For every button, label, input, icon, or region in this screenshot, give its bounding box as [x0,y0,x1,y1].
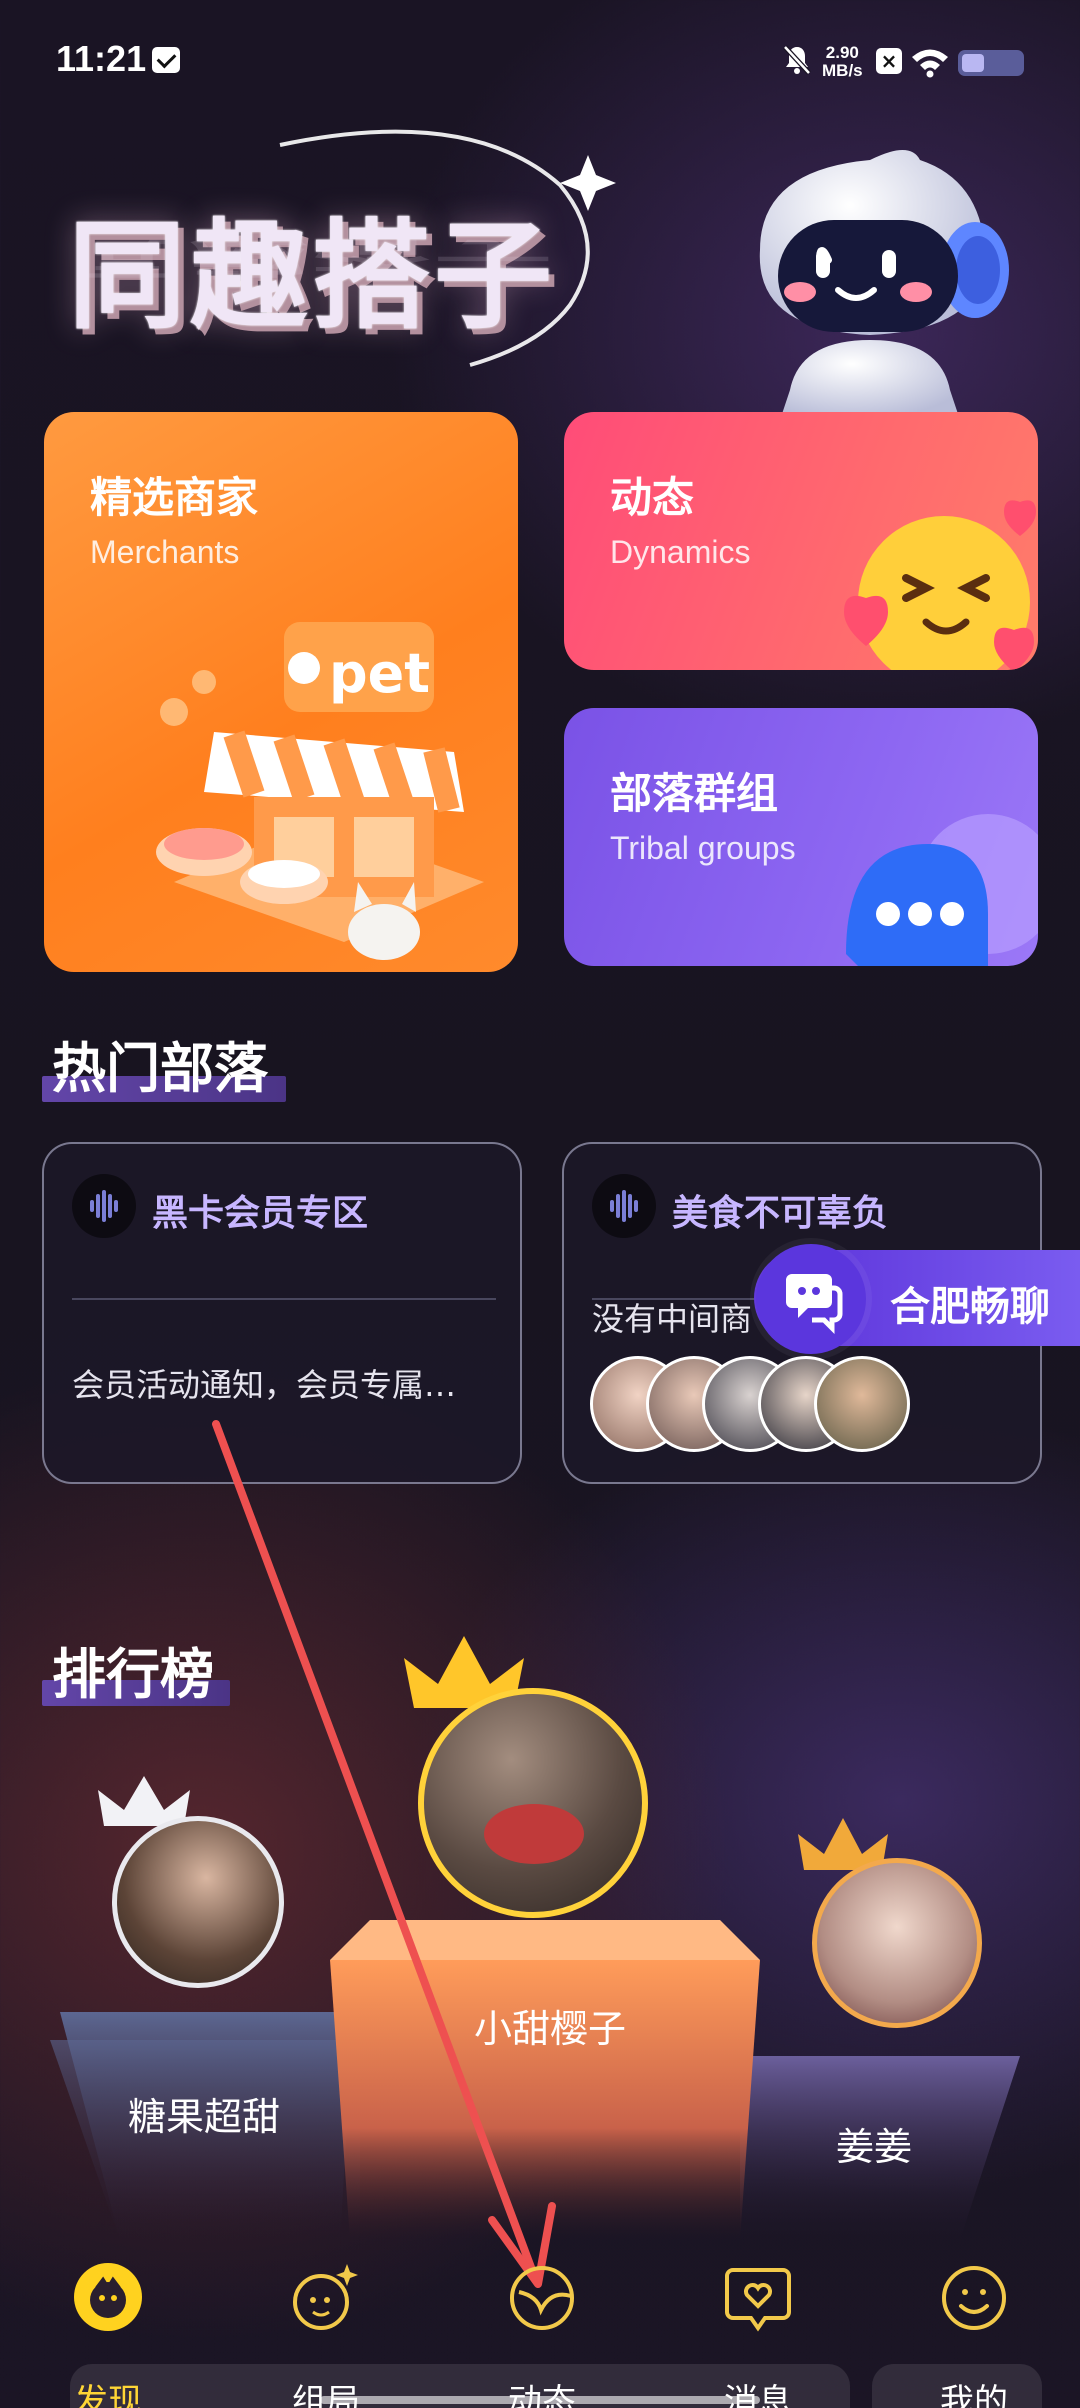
tribe-name: 黑卡会员专区 [152,1193,369,1234]
mute-bell-icon [783,45,811,75]
dynamics-subtitle: Dynamics [610,534,751,570]
merchants-card[interactable]: 精选商家 Merchants pet [44,412,518,972]
notification-icon [152,47,180,73]
party-icon [293,2264,358,2330]
third-place-avatar[interactable] [812,1858,982,2028]
tribe-name: 美食不可辜负 [672,1193,889,1234]
divider [72,1298,496,1300]
audio-wave-icon [72,1174,136,1238]
member-avatars [590,1356,930,1456]
tribal-groups-subtitle: Tribal groups [610,830,796,866]
status-time: 11:21 [56,38,147,79]
network-speed-value: 2.90 [825,43,859,62]
merchants-subtitle: Merchants [90,534,240,570]
dynamics-icon [510,2266,574,2330]
third-place-name[interactable]: 姜姜 [774,2116,974,2171]
status-bar: 11:21 2.90 MB/s × [0,0,1080,120]
home-indicator [320,2396,760,2404]
dynamics-card[interactable]: 动态 Dynamics [564,412,1038,670]
bottom-nav: 发现 组局 动态 消息 我的 [0,2240,1080,2408]
pet-sign-text: pet [329,642,430,705]
smile-emoji-icon [844,500,1036,670]
battery-icon [958,50,1024,76]
ranking-title: 排行榜 [52,1643,214,1706]
annotation-arrow [212,1420,556,2288]
city-chat-button[interactable]: 合肥畅聊 [754,1244,1080,1354]
pet-shop-illustration-icon: pet [156,622,484,960]
audio-wave-icon [592,1174,656,1238]
dynamics-title: 动态 [610,473,695,522]
search-button-peek [872,2364,1042,2408]
discover-icon [74,2263,142,2331]
tribe-description: 会员活动通知，会员专属… [72,1366,457,1404]
merchants-title: 精选商家 [90,473,259,522]
profile-icon [942,2266,1006,2330]
robot-mascot-icon [759,150,1009,420]
message-icon [725,2268,791,2332]
x-app-icon: × [876,48,902,74]
tribal-groups-title: 部落群组 [610,769,779,818]
chat-bubble-icon [846,814,1038,966]
wifi-icon [912,49,948,78]
hot-tribes-title: 热门部落 [52,1037,268,1100]
hero-title-reflection: 同趣搭子 [68,234,557,283]
city-chat-label: 合肥畅聊 [890,1284,1050,1330]
network-speed: 2.90 MB/s [822,44,863,80]
avatar [814,1356,910,1452]
tribal-groups-card[interactable]: 部落群组 Tribal groups [564,708,1038,966]
chat-icon [756,1244,866,1354]
network-speed-unit: MB/s [822,61,863,80]
